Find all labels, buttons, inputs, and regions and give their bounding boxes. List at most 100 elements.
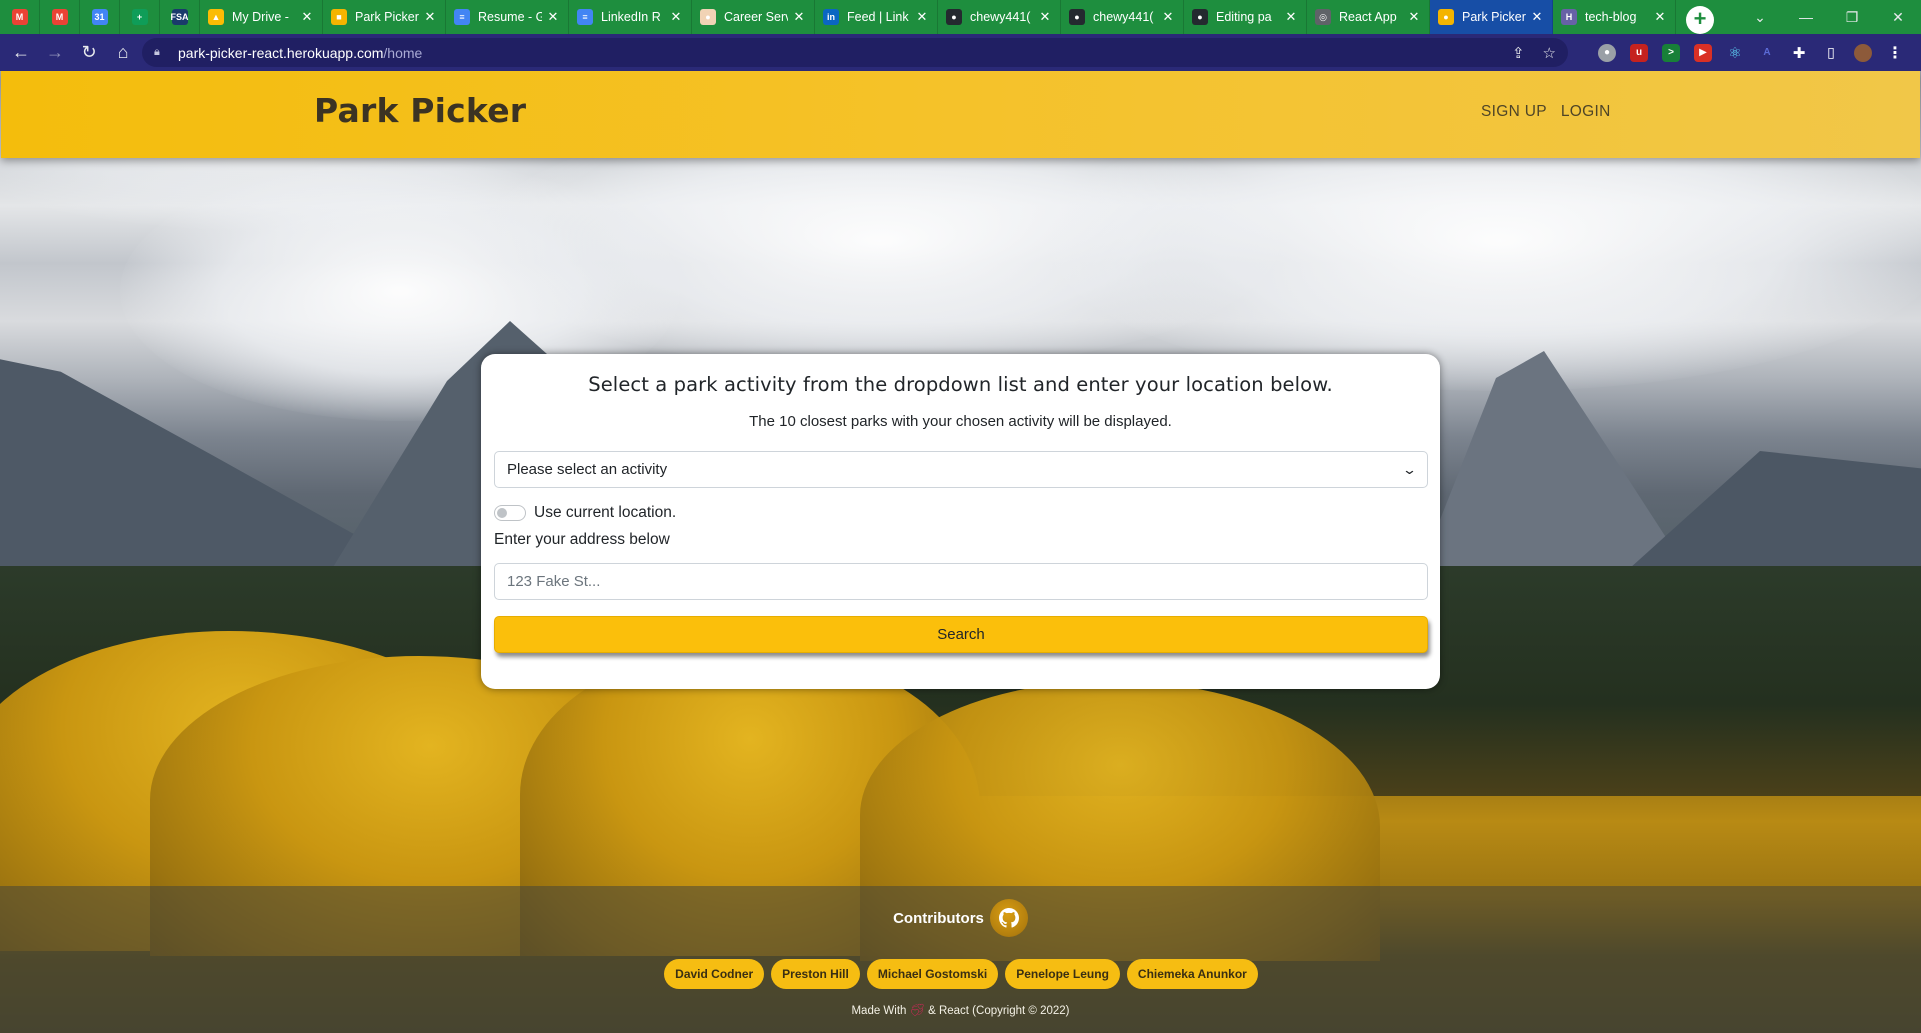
browser-tab[interactable]: ● chewy441( ✕ — [1061, 0, 1184, 34]
made-with-line: Made With 💞︎ & React (Copyright © 2022) — [0, 1003, 1921, 1017]
close-tab-icon[interactable]: ✕ — [1530, 9, 1544, 25]
browser-tab[interactable]: ● Editing pa ✕ — [1184, 0, 1307, 34]
signup-link[interactable]: SIGN UP — [1481, 103, 1547, 121]
new-tab-button[interactable]: + — [1686, 6, 1714, 34]
address-input[interactable] — [494, 563, 1428, 600]
close-tab-icon[interactable]: ✕ — [546, 9, 560, 25]
lock-icon[interactable]: 🔒︎ — [154, 46, 168, 59]
share-icon[interactable]: ⇪ — [1512, 44, 1525, 62]
sheets-icon: + — [131, 9, 148, 25]
search-subheading: The 10 closest parks with your chosen ac… — [749, 413, 1172, 430]
restore-icon[interactable]: ❐ — [1829, 9, 1875, 26]
address-bar[interactable]: 🔒︎ park-picker-react.herokuapp.com/home … — [142, 38, 1568, 67]
tab-title: Career Serv — [724, 10, 788, 24]
close-tab-icon[interactable]: ✕ — [300, 9, 314, 25]
search-heading: Select a park activity from the dropdown… — [588, 373, 1333, 396]
address-label: Enter your address below — [494, 531, 670, 548]
extensions-bar: ● u > ▶ ⚛ A ✚ ▯ ⋮ — [1598, 38, 1904, 67]
close-tab-icon[interactable]: ✕ — [669, 9, 683, 25]
forward-icon[interactable]: → — [38, 38, 72, 68]
close-window-icon[interactable]: ✕ — [1875, 9, 1921, 26]
url-host: park-picker-react.herokuapp.com — [178, 44, 384, 61]
drive-icon: ▲ — [208, 9, 224, 25]
contributor-pill[interactable]: Penelope Leung — [1005, 959, 1120, 989]
extension-a-icon[interactable]: A — [1758, 44, 1776, 62]
close-tab-icon[interactable]: ✕ — [915, 9, 929, 25]
use-location-label: Use current location. — [534, 504, 677, 521]
calendar-icon: 31 — [91, 9, 108, 25]
search-button[interactable]: Search — [494, 616, 1428, 653]
toggle-knob — [497, 508, 507, 518]
tab-list: M M 31 + FSA ▲ My Drive - ✕ ■ Park Picker ✕ ≡ Resum… — [0, 0, 1676, 34]
browser-tab[interactable]: Htech-blog ✕ — [1553, 0, 1676, 34]
activity-select-value: Please select an activity — [507, 461, 668, 478]
linkedin-icon: in — [823, 9, 839, 25]
extension-badge-icon[interactable]: ▶ — [1694, 43, 1712, 62]
github-icon: ● — [1069, 9, 1085, 25]
ublock-icon[interactable]: u — [1630, 43, 1648, 62]
react-devtools-icon[interactable]: ⚛ — [1726, 44, 1744, 62]
tab-search-icon[interactable]: ⌄ — [1737, 9, 1783, 26]
browser-menu-icon[interactable]: ⋮ — [1886, 44, 1904, 62]
browser-tab[interactable]: M — [40, 0, 80, 34]
close-tab-icon[interactable]: ✕ — [792, 9, 806, 25]
contributor-pill[interactable]: Michael Gostomski — [866, 959, 999, 989]
browser-tab[interactable]: ● Career Serv ✕ — [692, 0, 815, 34]
browser-tab[interactable]: 31 — [80, 0, 120, 34]
extensions-puzzle-icon[interactable]: ✚ — [1790, 44, 1808, 62]
heroku-icon: H — [1561, 9, 1577, 25]
browser-tab[interactable]: ▲ My Drive - ✕ — [200, 0, 323, 34]
tab-title: React App — [1339, 10, 1397, 24]
tab-title: chewy441( — [1093, 10, 1154, 24]
fsa-icon: FSA — [171, 9, 189, 25]
browser-tab[interactable]: M — [0, 0, 40, 34]
url-path: /home — [383, 44, 423, 61]
browser-tab[interactable]: ◎ React App ✕ — [1307, 0, 1430, 34]
docs-icon: ≡ — [577, 9, 593, 25]
brand-logo[interactable]: Park Picker — [314, 91, 526, 130]
close-tab-icon[interactable]: ✕ — [1161, 9, 1175, 25]
close-tab-icon[interactable]: ✕ — [1407, 9, 1421, 25]
browser-tab[interactable]: ≡ Resume - G ✕ — [446, 0, 569, 34]
back-icon[interactable]: ← — [4, 38, 38, 68]
contributor-pill[interactable]: Chiemeka Anunkor — [1126, 959, 1258, 989]
browser-tab[interactable]: ≡ LinkedIn R ✕ — [569, 0, 692, 34]
globe-icon: ◎ — [1315, 9, 1331, 25]
tab-title: LinkedIn R — [601, 10, 661, 24]
tab-title: tech-blog — [1585, 10, 1637, 24]
extension-icon[interactable]: ● — [1598, 43, 1616, 62]
chevron-down-icon: ⌄ — [1401, 461, 1418, 477]
heart-icon: 💞︎ — [909, 1003, 925, 1017]
browser-tab[interactable]: FSA — [160, 0, 200, 34]
side-panel-icon[interactable]: ▯ — [1822, 44, 1840, 62]
profile-avatar[interactable] — [1854, 43, 1872, 62]
tab-title: Park Picker — [355, 10, 419, 24]
minimize-icon[interactable]: — — [1783, 9, 1829, 25]
terminal-extension-icon[interactable]: > — [1662, 43, 1680, 62]
use-location-toggle[interactable] — [494, 505, 526, 521]
contributor-pill[interactable]: David Codner — [664, 959, 765, 989]
tab-title: Editing pa — [1216, 10, 1272, 24]
login-link[interactable]: LOGIN — [1561, 103, 1611, 121]
close-tab-icon[interactable]: ✕ — [1038, 9, 1052, 25]
window-controls: ⌄ — ❐ ✕ — [1737, 0, 1921, 34]
close-tab-icon[interactable]: ✕ — [1284, 9, 1298, 25]
close-tab-icon[interactable]: ✕ — [1653, 9, 1667, 25]
contributor-pill[interactable]: Preston Hill — [771, 959, 860, 989]
browser-tab[interactable]: + — [120, 0, 160, 34]
gmail-icon: M — [51, 9, 68, 25]
browser-tab[interactable]: ● Park Picker ✕ — [1430, 0, 1553, 34]
bookmark-star-icon[interactable]: ☆ — [1543, 44, 1556, 62]
slides-icon: ■ — [331, 9, 347, 25]
github-icon: ● — [946, 9, 962, 25]
page: Park Picker SIGN UP LOGIN Select a park … — [0, 71, 1921, 1033]
browser-tab-strip: M M 31 + FSA ▲ My Drive - ✕ ■ Park Picker ✕ ≡ Resum… — [0, 0, 1921, 34]
github-icon[interactable] — [989, 899, 1028, 937]
close-tab-icon[interactable]: ✕ — [423, 9, 437, 25]
browser-tab[interactable]: in Feed | Link ✕ — [815, 0, 938, 34]
activity-select[interactable]: Please select an activity ⌄ — [494, 451, 1428, 488]
browser-tab[interactable]: ■ Park Picker ✕ — [323, 0, 446, 34]
browser-tab[interactable]: ● chewy441(✕ — [938, 0, 1061, 34]
reload-icon[interactable]: ↻ — [72, 38, 106, 68]
home-icon[interactable]: ⌂ — [106, 38, 140, 68]
